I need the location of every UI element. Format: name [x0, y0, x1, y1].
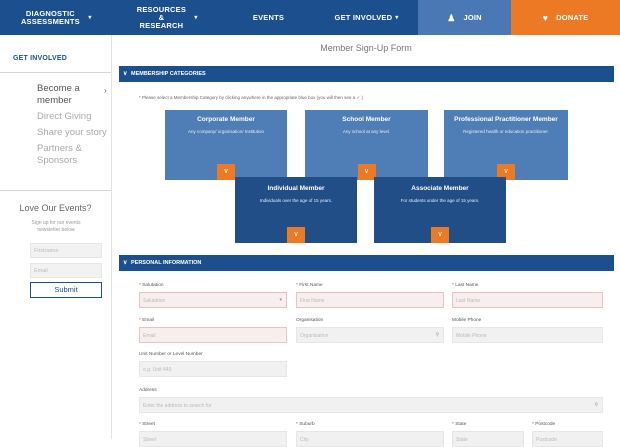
card-title: Corporate Member: [197, 116, 255, 123]
user-add-icon: ♟: [447, 12, 456, 23]
sidebar-item-direct-giving[interactable]: Direct Giving: [37, 111, 109, 123]
sidebar-item-share-story[interactable]: Share your story: [37, 127, 109, 139]
card-description: Any company/ organisation/ Institution: [187, 129, 265, 134]
top-navigation: DIAGNOSTIC ASSESSMENTS ▾ RESOURCES & RES…: [0, 0, 620, 35]
nav-label: GET INVOLVED: [334, 12, 393, 22]
suburb-input[interactable]: City: [296, 431, 444, 447]
firstname-input[interactable]: Firstname: [30, 243, 102, 258]
card-individual-member[interactable]: Individual Member Individuals over the a…: [235, 177, 357, 243]
personal-information-header[interactable]: ∨ PERSONAL INFORMATION: [119, 255, 614, 271]
membership-categories-header[interactable]: ∨ MEMBERSHIP CATEGORIES: [119, 66, 614, 82]
last-name-label: * Last Name: [452, 283, 479, 288]
search-icon: ⚲: [435, 332, 439, 338]
organisation-input[interactable]: Organisation ⚲: [296, 327, 444, 343]
membership-note: * Please select a Membership Category by…: [139, 95, 363, 100]
card-school-member[interactable]: School Member Any school at any level. ∨: [305, 110, 428, 180]
nav-resources-research[interactable]: RESOURCES & RESEARCH ▾: [112, 0, 222, 35]
chevron-down-icon[interactable]: ∨: [431, 227, 449, 243]
address-search-input[interactable]: Enter the address to search for ⚲: [139, 397, 603, 413]
sidebar: GET INVOLVED Become a member Direct Givi…: [0, 35, 112, 439]
divider: [0, 72, 111, 73]
chevron-down-icon[interactable]: ∨: [217, 164, 235, 180]
postcode-label: * Postcode: [532, 422, 556, 427]
card-description: Registered health or education practitio…: [463, 129, 549, 134]
state-label: * State: [452, 422, 467, 427]
chevron-down-icon: ▾: [395, 14, 399, 21]
mobile-phone-input[interactable]: Mobile Phone: [452, 327, 603, 343]
card-title: Professional Practitioner Member: [454, 116, 558, 123]
search-icon: ⚲: [594, 402, 598, 408]
card-corporate-member[interactable]: Corporate Member Any company/ organisati…: [165, 110, 287, 180]
card-title: Associate Member: [411, 185, 469, 192]
join-button[interactable]: ♟ JOIN: [418, 0, 511, 35]
first-name-label: * First Name: [296, 283, 323, 288]
salutation-label: * Salutation: [139, 283, 164, 288]
card-associate-member[interactable]: Associate Member For students under the …: [374, 177, 506, 243]
postcode-input[interactable]: Postcode: [532, 431, 603, 447]
chevron-down-icon: ▾: [88, 14, 92, 21]
sidebar-item-partners-sponsors[interactable]: Partners & Sponsors: [37, 143, 109, 167]
email-label: * Email: [139, 318, 155, 323]
chevron-down-icon: ∨: [123, 71, 128, 77]
street-input[interactable]: Street: [139, 431, 287, 447]
sidebar-links: Become a member Direct Giving Share your…: [37, 83, 109, 171]
unit-number-input[interactable]: e.g. Unit 445: [139, 361, 287, 377]
nav-diagnostic-assessments[interactable]: DIAGNOSTIC ASSESSMENTS ▾: [0, 0, 112, 35]
sidebar-item-become-member[interactable]: Become a member: [37, 83, 109, 107]
organisation-label: Organisation: [296, 318, 324, 323]
nav-events[interactable]: EVENTS: [222, 0, 315, 35]
sidebar-heading: GET INVOLVED: [13, 55, 67, 62]
events-signup-text: Sign up for our events newsletter below: [31, 220, 81, 233]
chevron-down-icon: ▾: [194, 14, 198, 21]
last-name-input[interactable]: Last Name: [452, 292, 603, 308]
nav-label: RESOURCES & RESEARCH: [136, 4, 187, 30]
card-description: For students under the age of 15 years.: [400, 198, 480, 203]
join-label: JOIN: [463, 12, 482, 22]
unit-number-label: Unit Number or Level Number: [139, 352, 203, 357]
chevron-down-icon[interactable]: ∨: [357, 164, 376, 180]
nav-label: EVENTS: [252, 12, 285, 22]
section-label: MEMBERSHIP CATEGORIES: [131, 71, 206, 77]
address-label: Address: [139, 388, 157, 393]
nav-get-involved[interactable]: GET INVOLVED ▾: [315, 0, 418, 35]
check-icon: ✓: [356, 95, 361, 100]
donate-button[interactable]: ♥ DONATE: [511, 0, 620, 35]
suburb-label: * Suburb: [296, 422, 315, 427]
email-field[interactable]: Email: [139, 327, 287, 343]
mobile-phone-label: Mobile Phone: [452, 318, 482, 323]
street-label: * Street: [139, 422, 156, 427]
chevron-down-icon: ∨: [123, 260, 128, 266]
card-title: School Member: [342, 116, 391, 123]
donate-label: DONATE: [556, 12, 589, 22]
chevron-right-icon: ›: [104, 86, 107, 95]
section-label: PERSONAL INFORMATION: [131, 260, 202, 266]
email-input[interactable]: Email: [30, 263, 102, 278]
events-heading: Love Our Events?: [19, 203, 92, 213]
card-professional-practitioner-member[interactable]: Professional Practitioner Member Registe…: [444, 110, 568, 180]
heart-icon: ♥: [542, 12, 549, 23]
salutation-select[interactable]: Salutation ▾: [139, 292, 287, 308]
divider: [0, 190, 111, 191]
page-title: Member Sign-Up Form: [320, 43, 412, 53]
submit-button[interactable]: Submit: [30, 282, 102, 298]
state-select[interactable]: State: [452, 431, 524, 447]
card-description: Individuals over the age of 15 years.: [259, 198, 333, 203]
card-title: Individual Member: [267, 185, 325, 192]
chevron-down-icon: ▾: [279, 297, 282, 303]
first-name-input[interactable]: First Name: [296, 292, 444, 308]
chevron-down-icon[interactable]: ∨: [287, 227, 305, 243]
nav-label: DIAGNOSTIC ASSESSMENTS: [20, 8, 80, 26]
card-description: Any school at any level.: [342, 129, 391, 134]
